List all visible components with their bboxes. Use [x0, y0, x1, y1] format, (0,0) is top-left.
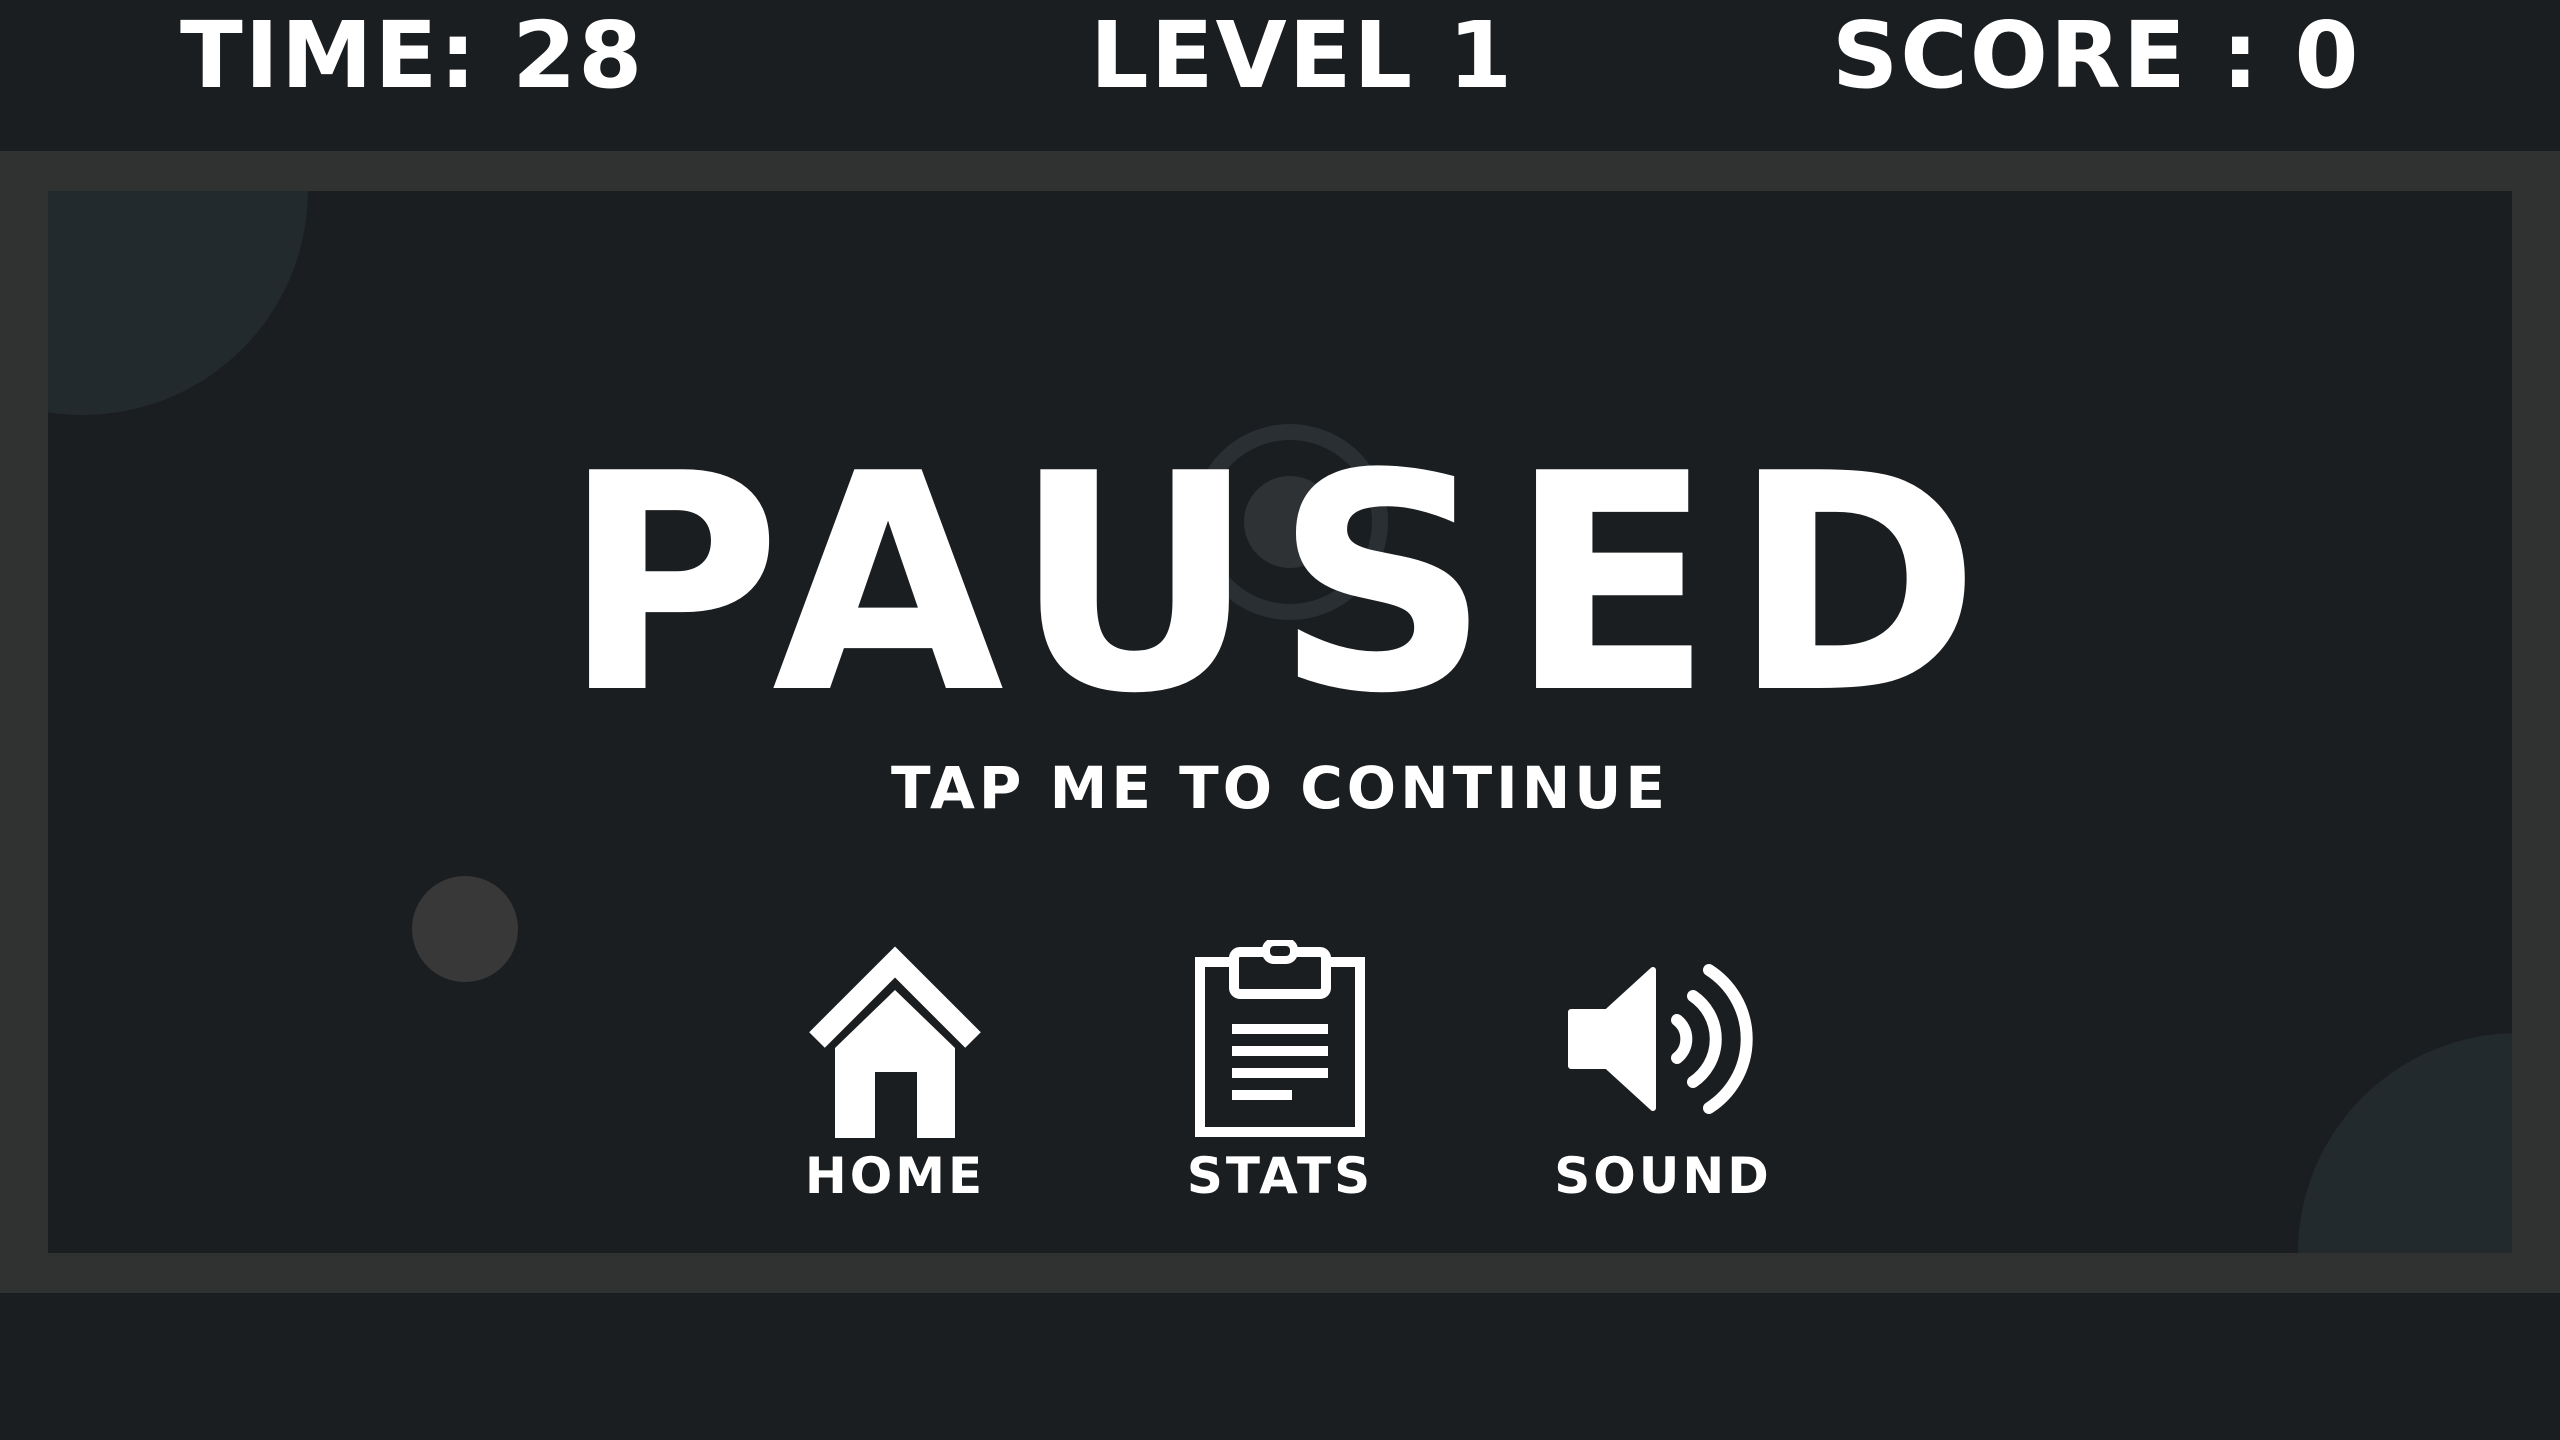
home-icon: [809, 946, 981, 1138]
sound-label: SOUND: [1554, 1147, 1772, 1205]
score-display: SCORE : 0: [1832, 2, 2361, 109]
level-display: LEVEL 1: [1090, 2, 1515, 109]
stats-label: STATS: [1186, 1147, 1374, 1205]
time-display: TIME: 28: [180, 2, 645, 109]
corner-blob-top-left: [48, 191, 308, 415]
home-button[interactable]: HOME: [765, 940, 1025, 1212]
paused-title: PAUSED: [561, 410, 1999, 759]
home-label: HOME: [804, 1147, 986, 1205]
game-screen: TIME: 28 LEVEL 1 SCORE : 0 PAUSED TAP ME…: [0, 0, 2560, 1440]
stats-button[interactable]: STATS: [1150, 940, 1410, 1212]
corner-blob-bottom-right: [2298, 1033, 2512, 1253]
clipboard-icon: [1195, 940, 1365, 1137]
continue-button[interactable]: TAP ME TO CONTINUE: [0, 752, 2560, 824]
sound-button[interactable]: SOUND: [1533, 940, 1793, 1212]
floating-dot: [412, 876, 518, 982]
speaker-icon: [1568, 964, 1753, 1114]
